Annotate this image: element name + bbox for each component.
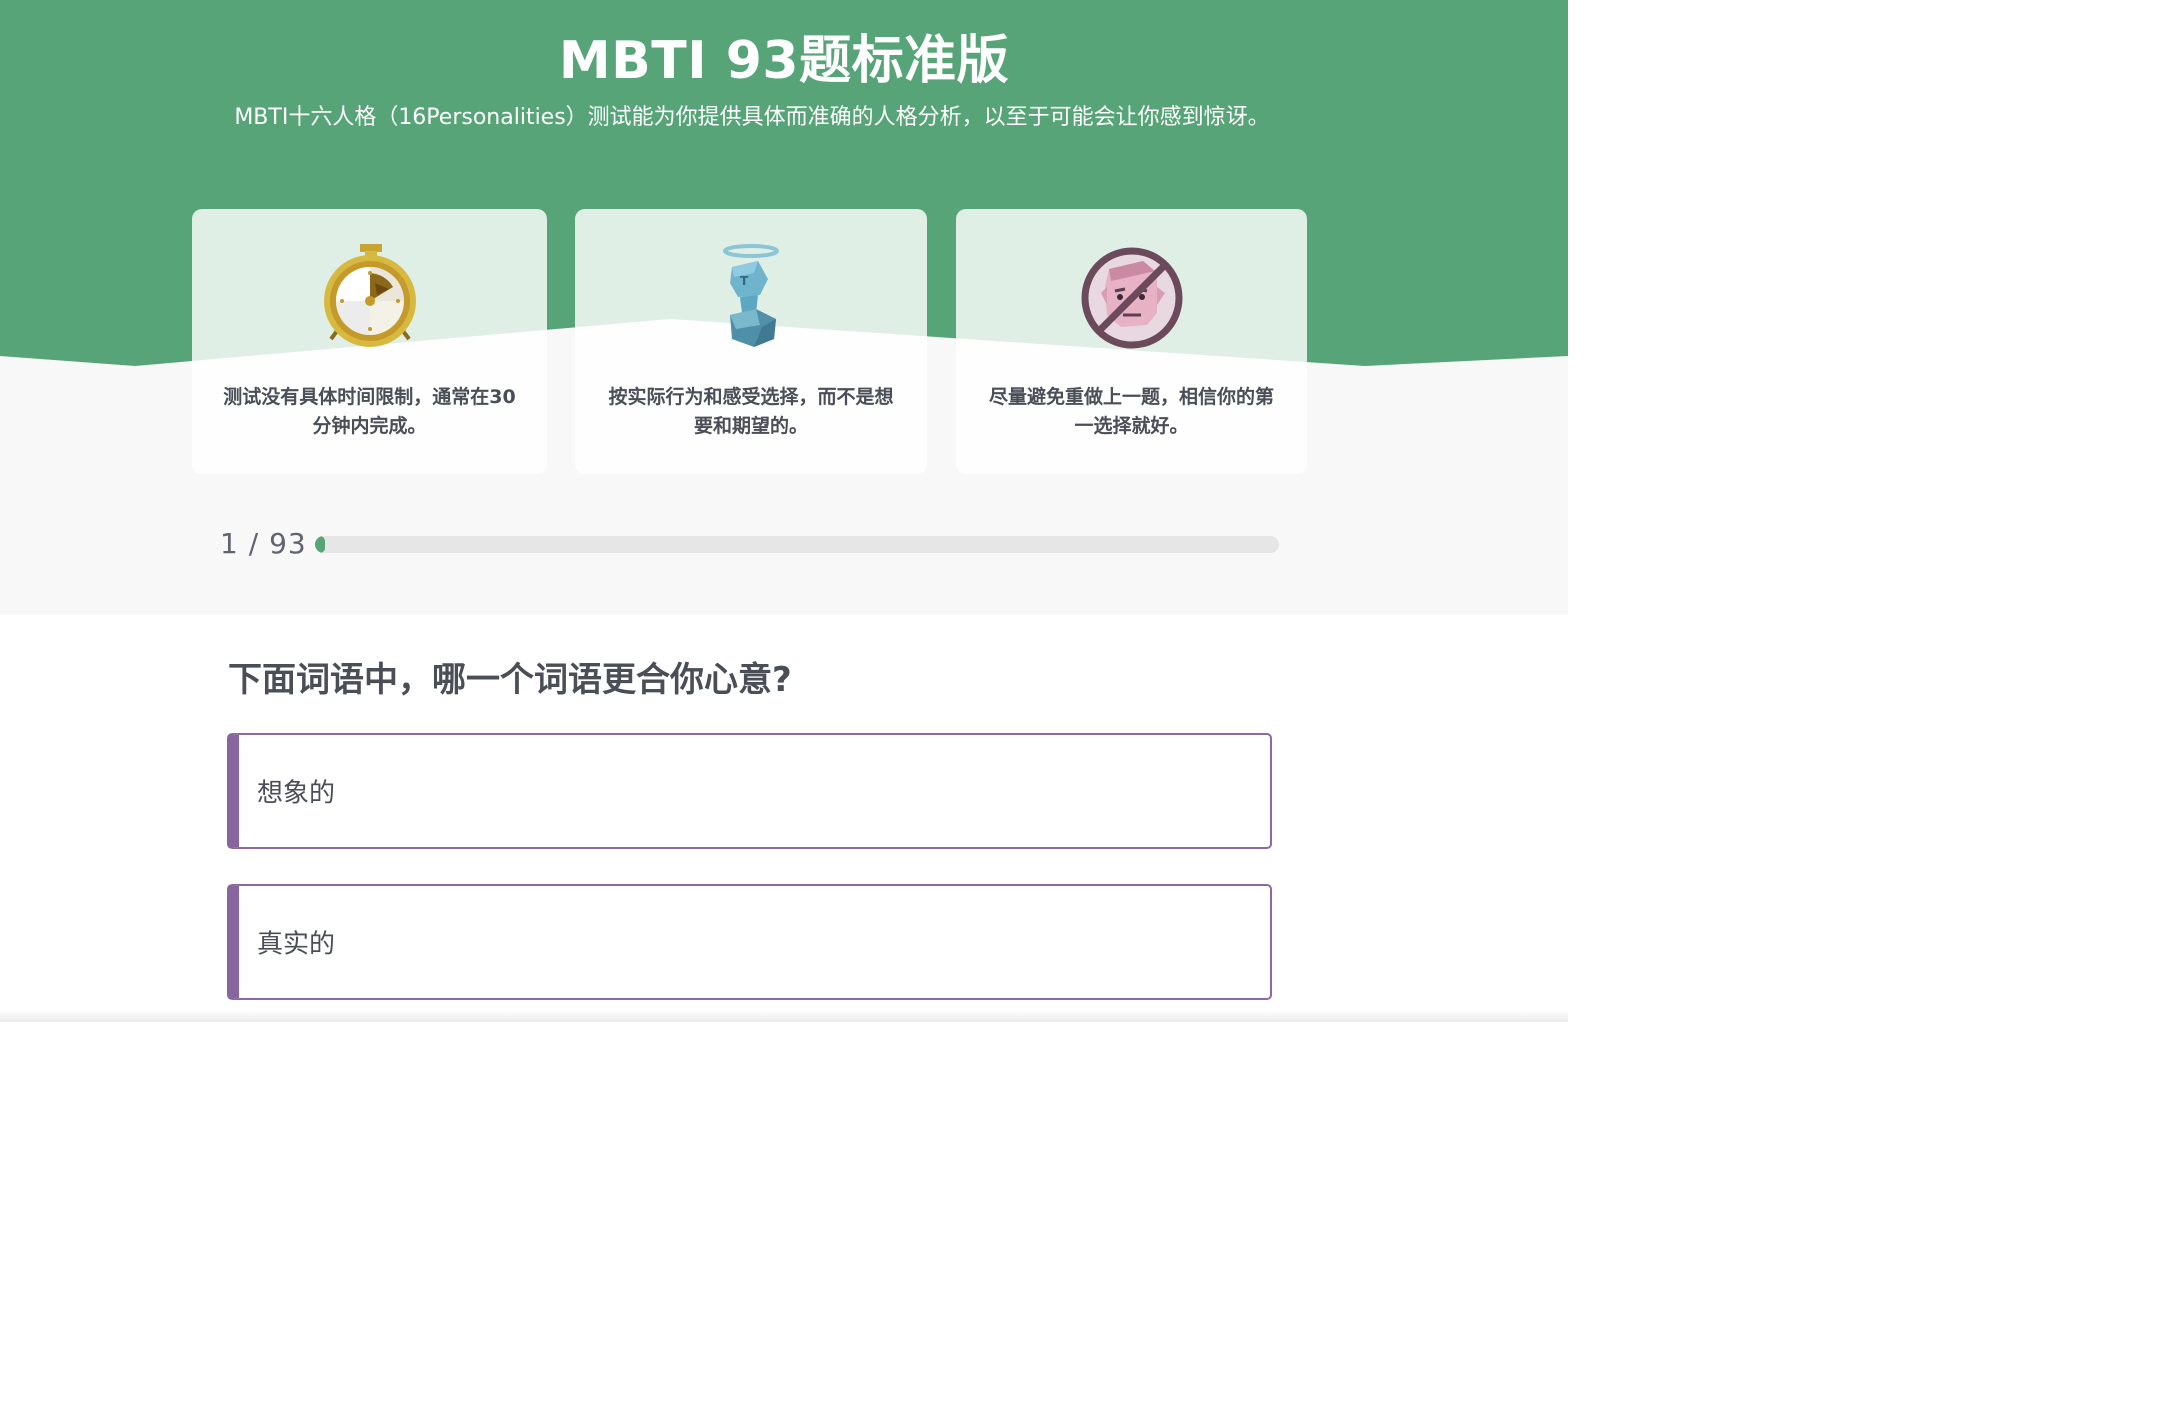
tip-text: 尽量避免重做上一题，相信你的第一选择就好。 (988, 386, 1274, 437)
progress-counter: 1 / 93 (220, 527, 307, 560)
bottom-shadow (0, 1010, 1568, 1022)
no-overthinking-icon (1081, 247, 1182, 349)
progress-bar-fill (315, 536, 326, 553)
answer-option-b[interactable]: 真实的 (227, 884, 1272, 1000)
honest-character-icon: T (723, 244, 779, 347)
tip-card-time: 测试没有具体时间限制，通常在30分钟内完成。 (192, 209, 547, 474)
question-text: 下面词语中，哪一个词语更合你心意? (228, 660, 792, 700)
svg-text:T: T (740, 274, 749, 288)
page-subtitle: MBTI十六人格（16Personalities）测试能为你提供具体而准确的人格… (234, 105, 1270, 130)
answer-option-label: 真实的 (257, 929, 336, 960)
tip-card-honest: T 按实际行为和感受选择，而不是想要和期望的。 (575, 209, 927, 474)
progress-bar (315, 536, 1279, 553)
answer-option-a[interactable]: 想象的 (227, 733, 1272, 849)
page-title: MBTI 93题标准版 (558, 31, 1010, 91)
mbti-test-page: MBTI 93题标准版 MBTI十六人格（16Personalities）测试能… (0, 0, 1568, 1022)
progress-total: 93 (269, 527, 307, 560)
progress-separator: / (248, 527, 260, 560)
progress-current: 1 (220, 527, 239, 560)
answer-option-label: 想象的 (257, 778, 336, 809)
stopwatch-icon (323, 244, 416, 347)
tip-card-first-choice: 尽量避免重做上一题，相信你的第一选择就好。 (956, 209, 1307, 474)
tip-text: 测试没有具体时间限制，通常在30分钟内完成。 (223, 386, 516, 437)
tip-text: 按实际行为和感受选择，而不是想要和期望的。 (608, 386, 894, 437)
